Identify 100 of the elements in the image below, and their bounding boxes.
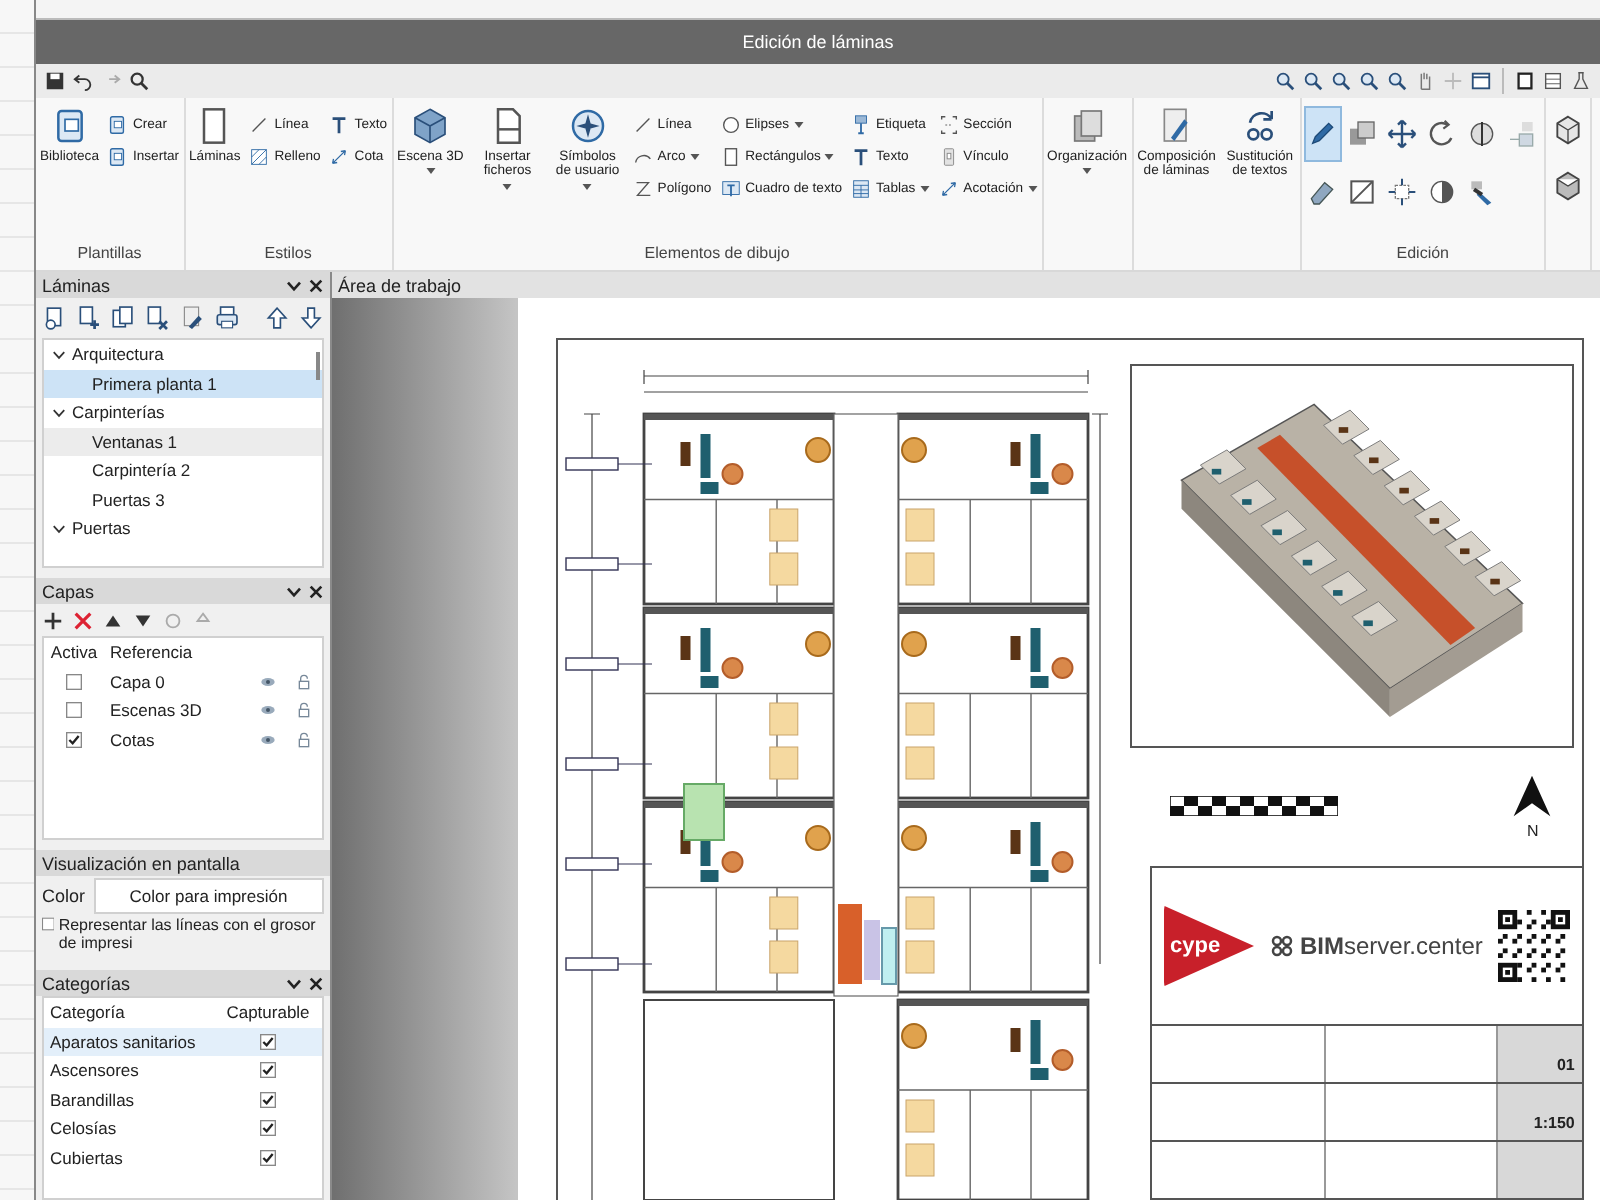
column-header: Capturable <box>224 1002 312 1023</box>
table-row[interactable]: Ascensores <box>44 1056 322 1085</box>
dimension-icon <box>328 146 351 168</box>
undo-icon[interactable] <box>72 70 94 92</box>
chevron-down-icon[interactable] <box>52 521 66 536</box>
zoom-icon[interactable] <box>1386 70 1408 92</box>
caret-icon <box>824 154 835 160</box>
mirror-icon <box>1466 118 1499 150</box>
cube-solid-icon <box>1551 170 1584 202</box>
window-icon[interactable] <box>1470 70 1492 92</box>
table-row[interactable]: Celosías <box>44 1114 322 1143</box>
copy-icon <box>1346 118 1379 150</box>
tree-item[interactable]: Carpintería 2 <box>44 456 322 485</box>
table-row[interactable]: Cubiertas <box>44 1143 322 1172</box>
checkbox-icon[interactable] <box>42 916 55 932</box>
panel-title: Área de trabajo <box>338 275 462 295</box>
chevron-down-icon[interactable] <box>52 347 66 362</box>
document-icon <box>106 146 129 168</box>
section-icon <box>937 114 960 136</box>
caret-icon <box>793 122 804 128</box>
eye-icon[interactable] <box>260 673 276 690</box>
scrollbar-thumb[interactable] <box>316 352 320 380</box>
print-icon[interactable] <box>213 304 240 332</box>
caret-icon <box>919 186 930 192</box>
lock-icon[interactable] <box>296 673 312 690</box>
checkbox-icon[interactable] <box>66 702 82 719</box>
group-label: Elementos de dibujo <box>644 244 790 262</box>
table-row[interactable]: Barandillas <box>44 1085 322 1114</box>
plus-icon[interactable] <box>42 609 64 631</box>
checkbox-icon[interactable] <box>260 1149 276 1166</box>
chevron-down-icon[interactable] <box>286 583 302 599</box>
panel-title: Capas <box>42 581 95 601</box>
tree-item[interactable]: Puertas <box>44 514 322 543</box>
edit-page-icon[interactable] <box>179 304 206 332</box>
search-icon[interactable] <box>128 70 150 92</box>
column-header: Categoría <box>48 1002 127 1023</box>
panel-title: Categorías <box>42 973 131 993</box>
checkbox-icon[interactable] <box>66 673 82 690</box>
flask-icon[interactable] <box>1570 70 1592 92</box>
close-icon[interactable] <box>308 583 324 599</box>
trim-icon <box>1346 176 1379 208</box>
checkbox-icon[interactable] <box>260 1033 276 1050</box>
tree-item[interactable]: Puertas 3 <box>44 485 322 514</box>
table-cell-text: Escenas 3D <box>108 700 204 721</box>
lock-icon[interactable] <box>296 702 312 719</box>
checkbox-icon[interactable] <box>260 1091 276 1108</box>
chevron-down-icon[interactable] <box>286 277 302 293</box>
caret-icon <box>689 154 700 160</box>
eye-icon[interactable] <box>260 702 276 719</box>
save-icon[interactable] <box>44 70 66 92</box>
text-icon <box>850 146 873 168</box>
line-icon <box>248 114 271 136</box>
north-arrow-icon <box>1510 773 1555 818</box>
lock-icon[interactable] <box>296 731 312 748</box>
panel-title: Láminas <box>42 275 111 295</box>
table-icon <box>850 178 873 200</box>
scale-icon <box>1386 176 1419 208</box>
single-view-icon[interactable] <box>1514 70 1536 92</box>
tree-item[interactable]: Ventanas 1 <box>44 427 322 456</box>
group-label: Plantillas <box>77 244 142 262</box>
tool-button[interactable] <box>1303 106 1342 162</box>
zoom-icon[interactable] <box>1358 70 1380 92</box>
column-header: Referencia <box>108 642 195 663</box>
arrow-down-icon[interactable] <box>297 304 324 332</box>
tree-item[interactable]: Carpinterías <box>44 398 322 427</box>
table-cell-text: Cotas <box>108 729 157 750</box>
line-icon <box>631 114 654 136</box>
chevron-down-icon[interactable] <box>52 405 66 420</box>
zoom-icon[interactable] <box>1274 70 1296 92</box>
checkbox-icon[interactable] <box>260 1120 276 1137</box>
move-icon <box>1386 118 1419 150</box>
half-disc-icon <box>1426 176 1459 208</box>
document-icon <box>106 114 129 136</box>
layout-icon[interactable] <box>1542 70 1564 92</box>
checkbox-icon[interactable] <box>260 1062 276 1079</box>
table-row[interactable]: Aparatos sanitarios <box>44 1027 322 1056</box>
circles-icon <box>1270 934 1294 958</box>
compass-icon <box>567 106 608 146</box>
delete-icon[interactable] <box>72 609 94 631</box>
tree-item[interactable]: Primera planta 1 <box>44 369 322 398</box>
color-dropdown[interactable]: Color para impresión <box>93 878 324 914</box>
zoom-icon[interactable] <box>1302 70 1324 92</box>
checkbox-icon[interactable] <box>66 731 82 748</box>
delete-page-icon[interactable] <box>144 304 171 332</box>
zoom-icon[interactable] <box>1330 70 1352 92</box>
eye-icon[interactable] <box>260 731 276 748</box>
dimension-icon <box>937 178 960 200</box>
chevron-down-icon[interactable] <box>286 975 302 991</box>
polygon-icon <box>631 178 654 200</box>
close-icon[interactable] <box>308 277 324 293</box>
eraser-icon <box>1306 176 1339 208</box>
brand-name: BIMserver.center <box>1300 932 1483 960</box>
copy-page-icon[interactable] <box>110 304 137 332</box>
qr-code-drawing <box>1498 910 1571 982</box>
arrow-up-icon[interactable] <box>263 304 290 332</box>
add-page-icon[interactable] <box>76 304 103 332</box>
tree-item[interactable]: Arquitectura <box>44 340 322 369</box>
close-icon[interactable] <box>308 975 324 991</box>
rectangle-icon <box>719 146 742 168</box>
ellipse-icon <box>719 114 742 136</box>
